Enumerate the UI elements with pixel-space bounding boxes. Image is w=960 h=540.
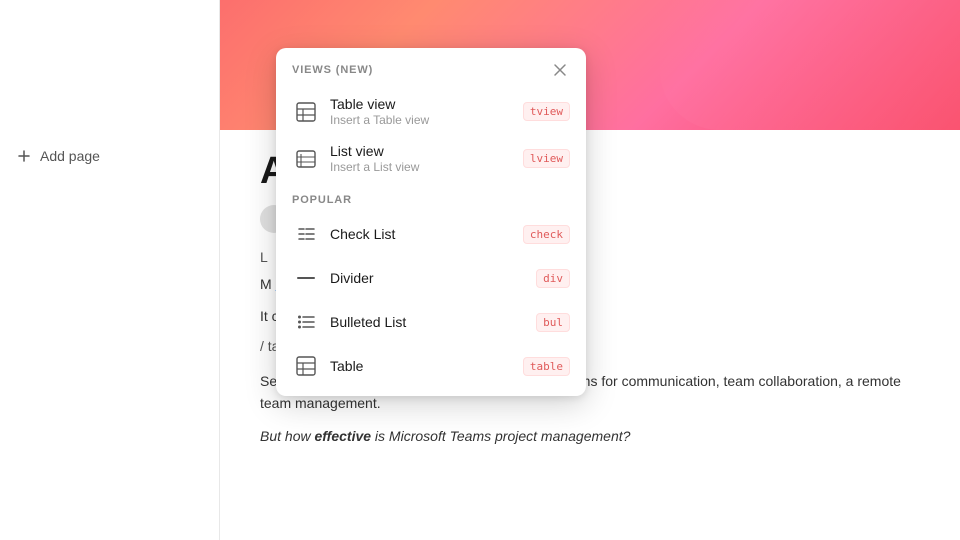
close-icon [553, 63, 567, 77]
table-icon [292, 352, 320, 380]
divider-icon [292, 264, 320, 292]
list-view-desc: Insert a List view [330, 160, 419, 174]
sidebar: Add page [0, 0, 220, 540]
list-view-item[interactable]: List view Insert a List view lview [276, 135, 586, 182]
table-view-icon [292, 98, 320, 126]
popular-section-title: POPULAR [292, 194, 352, 206]
dropdown-views-header: VIEWS (NEW) [276, 60, 586, 88]
table-view-label: Table view [330, 96, 429, 112]
bulleted-list-shortcut: bul [536, 313, 570, 332]
bulleted-list-icon [292, 308, 320, 336]
views-dropdown: VIEWS (NEW) Table view [276, 48, 586, 396]
bulleted-list-item[interactable]: Bulleted List bul [276, 300, 586, 344]
bold-word: effective [314, 428, 371, 444]
table-item[interactable]: Table table [276, 344, 586, 388]
bulleted-list-label: Bulleted List [330, 314, 406, 330]
views-section-title: VIEWS (NEW) [292, 64, 373, 76]
italic-suffix: is Microsoft Teams project management? [371, 428, 630, 444]
main-content: Add page Agement L M experts who work at… [0, 0, 960, 540]
add-page-icon [16, 148, 32, 164]
add-page-button[interactable]: Add page [0, 140, 219, 172]
paragraph-2: But how effective is Microsoft Teams pro… [260, 425, 920, 447]
add-page-label: Add page [40, 148, 100, 164]
table-view-shortcut: tview [523, 102, 570, 121]
table-view-desc: Insert a Table view [330, 113, 429, 127]
check-list-shortcut: check [523, 225, 570, 244]
table-label: Table [330, 358, 363, 374]
divider-item[interactable]: Divider div [276, 256, 586, 300]
list-view-label: List view [330, 143, 419, 159]
list-view-shortcut: lview [523, 149, 570, 168]
check-list-icon [292, 220, 320, 248]
close-button[interactable] [550, 60, 570, 80]
popular-section-header: POPULAR [276, 182, 586, 212]
italic-prefix: But how [260, 428, 314, 444]
list-view-icon [292, 145, 320, 173]
table-view-item[interactable]: Table view Insert a Table view tview [276, 88, 586, 135]
divider-label: Divider [330, 270, 374, 286]
check-list-label: Check List [330, 226, 395, 242]
table-shortcut: table [523, 357, 570, 376]
divider-shortcut: div [536, 269, 570, 288]
check-list-item[interactable]: Check List check [276, 212, 586, 256]
